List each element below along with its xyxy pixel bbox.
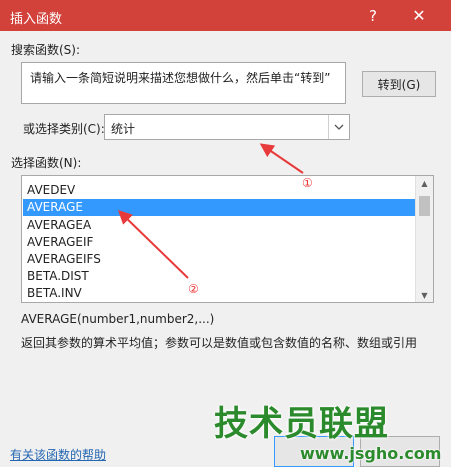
annotation-arrow-2 — [117, 210, 189, 279]
watermark-url: www.jsgho.com — [300, 444, 442, 463]
watermark-brand: 技术员联盟 — [214, 404, 389, 444]
annotation-arrow-1 — [259, 143, 304, 174]
annotation-marker-2: ② — [188, 282, 199, 296]
annotation-marker-1: ① — [302, 176, 313, 190]
